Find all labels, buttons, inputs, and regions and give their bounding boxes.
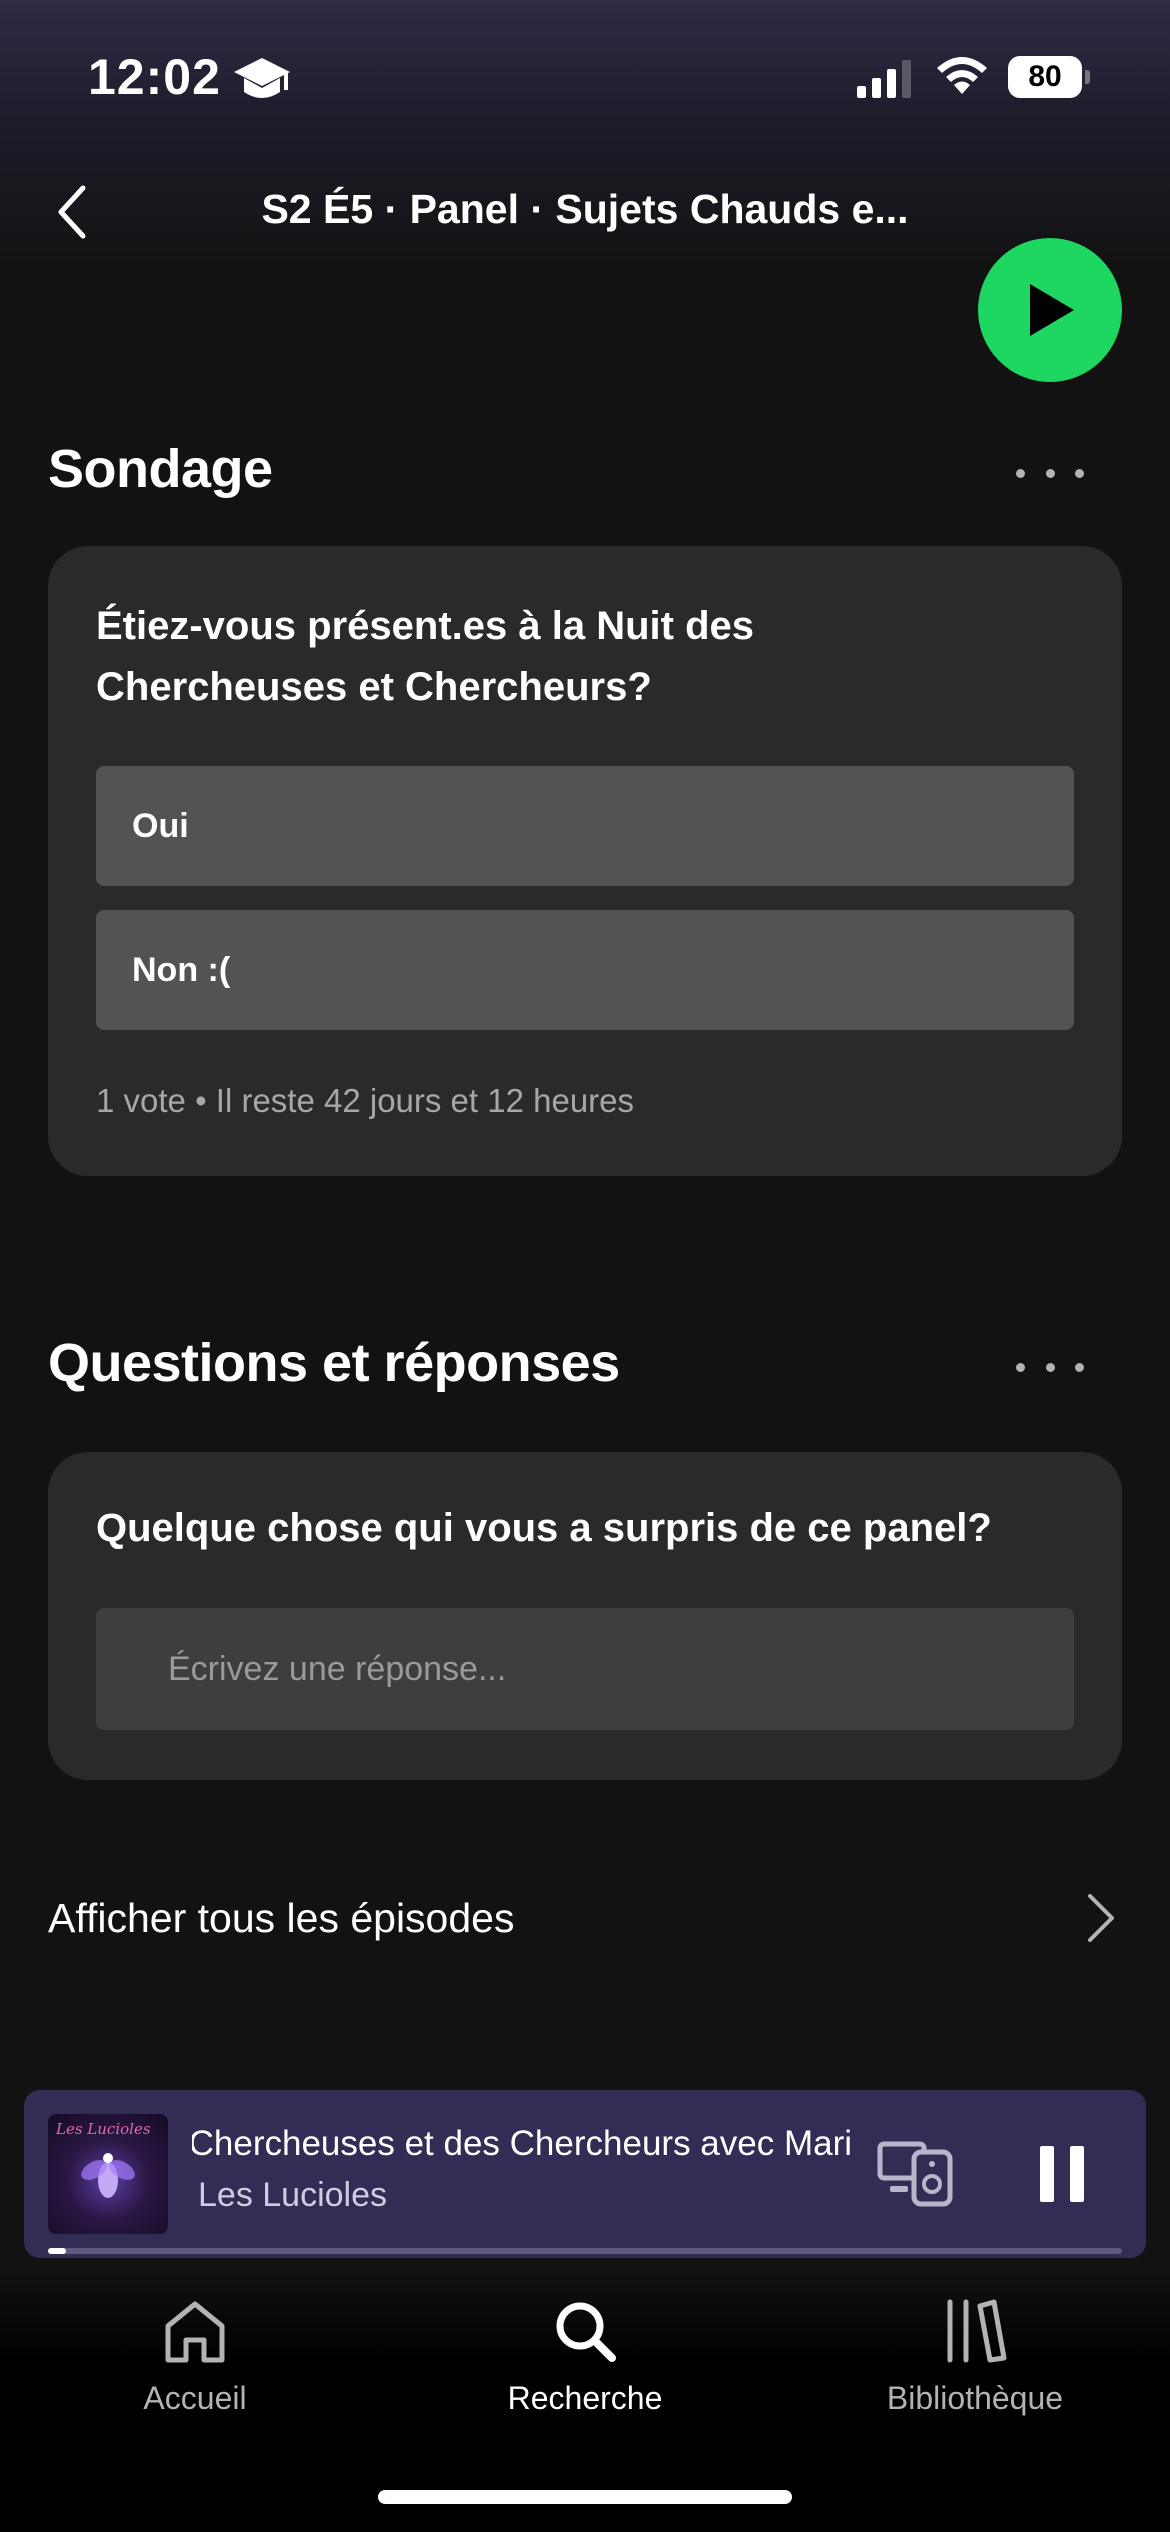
firefly-icon — [81, 2153, 135, 2198]
nav-home[interactable]: Accueil — [45, 2296, 345, 2436]
poll-question: Étiez-vous présent.es à la Nuit des Cher… — [96, 604, 754, 709]
search-icon — [556, 2302, 616, 2362]
more-dot — [1045, 1362, 1055, 1372]
playback-progress-fill — [48, 2248, 66, 2254]
nav-search[interactable]: Recherche — [435, 2296, 735, 2436]
more-dot — [1075, 1362, 1084, 1372]
battery-cap — [1085, 70, 1090, 84]
qa-section-title: Questions et réponses — [48, 1333, 620, 1393]
poll-section-title: Sondage — [48, 439, 273, 499]
battery-level: 80 — [1008, 56, 1082, 98]
home-indicator — [378, 2490, 792, 2504]
podcast-cover-image: Les Lucioles — [48, 2114, 168, 2234]
nav-library[interactable]: Bibliothèque — [825, 2296, 1125, 2436]
poll-option-oui[interactable]: Oui — [96, 766, 1074, 886]
poll-option-label: Non :( — [132, 950, 231, 989]
poll-meta: 1 vote • Il reste 42 jours et 12 heures — [96, 1082, 635, 1119]
graduation-cap-icon — [234, 58, 290, 98]
chevron-right-icon — [1088, 1894, 1114, 1942]
back-button[interactable] — [48, 180, 96, 244]
screen: 12:02 80 S2 É5 · Panel · Sujets Chauds e… — [0, 0, 1170, 2532]
home-icon — [165, 2301, 225, 2363]
cellular-signal-icon — [857, 60, 911, 98]
track-title: Chercheuses et des Chercheurs avec Mari — [192, 2124, 852, 2163]
qa-question: Quelque chose qui vous a surpris de ce p… — [96, 1506, 992, 1550]
play-button[interactable] — [978, 238, 1122, 382]
answer-input[interactable] — [96, 1608, 1074, 1730]
nav-label-home: Accueil — [143, 2380, 247, 2416]
cover-logo-text: Les Lucioles — [56, 2120, 151, 2138]
more-dot — [1016, 1362, 1025, 1372]
status-bar: 12:02 80 — [0, 0, 1170, 150]
library-icon — [947, 2299, 1007, 2363]
wifi-icon — [937, 57, 987, 94]
poll-option-label: Oui — [132, 806, 189, 845]
all-episodes-label: Afficher tous les épisodes — [48, 1894, 515, 1941]
battery-indicator: 80 — [1008, 56, 1090, 98]
poll-option-non[interactable]: Non :( — [96, 910, 1074, 1030]
page-title: S2 É5 · Panel · Sujets Chauds e... — [261, 186, 909, 232]
track-title-marquee: Chercheuses et des Chercheurs avec Mari — [192, 2124, 852, 2172]
more-dot — [1075, 468, 1084, 478]
more-dot — [1045, 468, 1055, 478]
all-episodes-link[interactable]: Afficher tous les épisodes — [0, 1870, 1170, 1966]
qa-card: Quelque chose qui vous a surpris de ce p… — [48, 1452, 1122, 1780]
nav-label-library: Bibliothèque — [886, 2380, 1064, 2416]
status-time: 12:02 — [88, 49, 221, 105]
chevron-left-icon — [58, 185, 86, 239]
nav-label-search: Recherche — [507, 2380, 663, 2416]
play-icon — [1030, 284, 1074, 336]
track-artist: Les Lucioles — [198, 2176, 388, 2214]
mini-player[interactable]: Les Lucioles Chercheuses et des Chercheu… — [24, 2090, 1146, 2258]
poll-card: Étiez-vous présent.es à la Nuit des Cher… — [48, 546, 1122, 1176]
pause-icon[interactable] — [1034, 2142, 1090, 2206]
playback-progress-bar[interactable] — [48, 2248, 1122, 2254]
more-dot — [1016, 468, 1025, 478]
connect-device-icon[interactable] — [876, 2138, 956, 2208]
poll-more-button[interactable] — [1016, 458, 1084, 488]
qa-more-button[interactable] — [1016, 1352, 1084, 1382]
